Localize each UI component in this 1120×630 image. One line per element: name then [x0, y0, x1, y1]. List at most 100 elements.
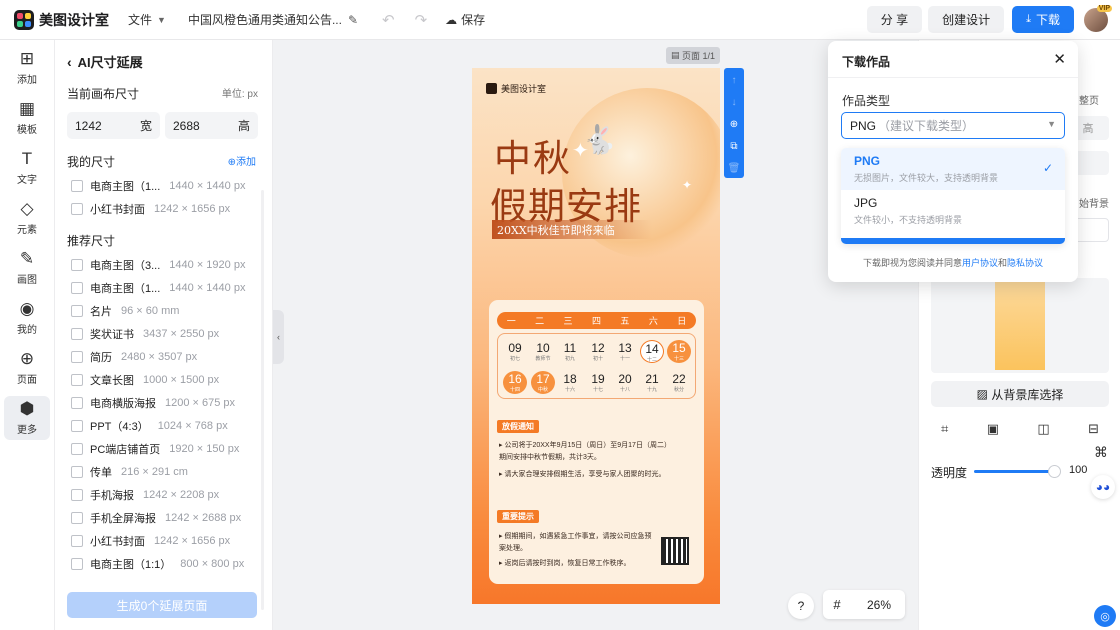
undo-icon[interactable]: ↶ — [382, 11, 395, 29]
opacity-slider[interactable] — [974, 470, 1056, 473]
duplicate-page-icon[interactable]: ⧉ — [730, 141, 737, 156]
avatar[interactable]: VIP — [1084, 4, 1112, 32]
checkbox[interactable] — [71, 397, 83, 409]
background-swatch — [995, 281, 1045, 370]
delete-page-icon[interactable]: 🗑 — [728, 163, 741, 178]
checkbox[interactable] — [71, 512, 83, 524]
plugin-icon[interactable]: ⌘ — [1094, 444, 1108, 461]
size-option[interactable]: 小红书封面 1242 × 1656 px — [71, 534, 272, 548]
generate-button[interactable]: 生成0个延展页面 — [67, 592, 257, 618]
size-option[interactable]: 小红书封面 1242 × 1656 px — [71, 202, 272, 216]
back-icon[interactable]: ‹ — [67, 54, 72, 70]
file-menu[interactable]: 文件 ▼ — [128, 11, 166, 28]
agreement-note: 下载即视为您阅读并同意用户协议和隐私协议 — [828, 256, 1078, 269]
size-option[interactable]: PPT（4:3） 1024 × 768 px — [71, 419, 272, 433]
checkbox[interactable] — [71, 259, 83, 271]
assistant-button[interactable]: ◕◕ — [1091, 475, 1115, 499]
height-field[interactable]: 2688 高 — [165, 112, 258, 139]
rail-item-more[interactable]: ⬢ 更多 — [4, 396, 50, 440]
add-page-icon[interactable]: ⊕ — [730, 119, 738, 134]
share-button[interactable]: 分 享 — [866, 6, 923, 33]
document-title[interactable]: 中国风橙色通用类通知公告... — [188, 11, 342, 28]
option-jpg[interactable]: JPG 文件较小，不支持透明背景 — [841, 190, 1065, 232]
checkbox[interactable] — [71, 489, 83, 501]
privacy-link[interactable]: 隐私协议 — [1007, 258, 1043, 268]
checkbox[interactable] — [71, 328, 83, 340]
crop-icon[interactable]: ⌗ — [941, 421, 948, 437]
size-option[interactable]: 奖状证书 3437 × 2550 px — [71, 327, 272, 341]
replace-image-icon[interactable]: ▣ — [987, 421, 999, 437]
rail-item-text[interactable]: T 文字 — [4, 146, 50, 190]
background-library-button[interactable]: ▨ 从背景库选择 — [931, 381, 1109, 407]
selected-type-hint: （建议下载类型） — [878, 119, 975, 133]
create-design-button[interactable]: 创建设计 — [928, 6, 1005, 33]
checkbox[interactable] — [71, 558, 83, 570]
checkbox[interactable] — [71, 203, 83, 215]
size-option[interactable]: 电商主图（1... 1440 × 1440 px — [71, 179, 272, 193]
size-option[interactable]: 电商横版海报 1200 × 675 px — [71, 396, 272, 410]
rail-item-draw[interactable]: ✎ 画图 — [4, 246, 50, 290]
size-option[interactable]: 电商主图（1:1） 800 × 800 px — [71, 557, 272, 571]
flip-vertical-icon[interactable]: ⊟ — [1088, 421, 1099, 437]
rail-item-mine[interactable]: ◉ 我的 — [4, 296, 50, 340]
download-button[interactable]: ⤓ 下载 — [1012, 6, 1074, 33]
checkbox[interactable] — [71, 466, 83, 478]
design-poster[interactable]: 美图设计室 🐇 ✦ ✦ 中秋 假期安排 20XX中秋佳节即将来临 一 二 三 四… — [472, 68, 720, 604]
size-name: PPT（4:3） — [90, 421, 149, 433]
weekday: 日 — [677, 316, 687, 326]
panel-scrollbar[interactable] — [261, 190, 264, 610]
grid-icon[interactable]: # — [823, 597, 851, 612]
size-option[interactable]: 电商主图（3... 1440 × 1920 px — [71, 258, 272, 272]
chevron-down-icon: ▼ — [157, 14, 166, 25]
zoom-control[interactable]: # 26% — [823, 590, 905, 619]
option-png[interactable]: PNG 无损图片，文件较大，支持透明背景 ✓ — [841, 148, 1065, 190]
app-logo[interactable]: 美图设计室 — [14, 9, 126, 30]
size-option[interactable]: 手机全屏海报 1242 × 2688 px — [71, 511, 272, 525]
move-down-icon[interactable]: ↓ — [732, 97, 737, 112]
close-icon[interactable]: ✕ — [1053, 50, 1066, 68]
checkbox[interactable] — [71, 443, 83, 455]
add-size-label: 添加 — [236, 157, 256, 168]
rail-item-elements[interactable]: ◇ 元素 — [4, 196, 50, 240]
checkbox[interactable] — [71, 374, 83, 386]
rail-item-pages[interactable]: ⊕ 页面 — [4, 346, 50, 390]
checkbox[interactable] — [71, 420, 83, 432]
size-name: 传单 — [90, 467, 112, 479]
checkbox[interactable] — [71, 305, 83, 317]
add-size-button[interactable]: ⊕添加 — [228, 153, 256, 170]
size-option[interactable]: PC端店铺首页 1920 × 150 px — [71, 442, 272, 456]
size-dims: 1242 × 2688 px — [165, 512, 242, 524]
flip-horizontal-icon[interactable]: ◫ — [1037, 421, 1049, 437]
checkbox[interactable] — [71, 351, 83, 363]
opacity-value[interactable]: 100 — [1069, 464, 1087, 476]
notice-text-2: 请大家合理安排假期生活，享受与家人团聚的时光。 — [504, 471, 666, 478]
size-option[interactable]: 文章长图 1000 × 1500 px — [71, 373, 272, 387]
save-button[interactable]: ☁ 保存 — [445, 11, 485, 28]
day-number: 16 — [508, 372, 522, 386]
chat-button[interactable]: ◎ — [1094, 605, 1116, 627]
size-option[interactable]: 传单 216 × 291 cm — [71, 465, 272, 479]
rail-item-add[interactable]: ⊞ 添加 — [4, 46, 50, 90]
opacity-slider-handle[interactable] — [1048, 465, 1061, 478]
day-lunar: 教师节 — [535, 356, 551, 362]
weekday: 四 — [591, 316, 601, 326]
size-option[interactable]: 名片 96 × 60 mm — [71, 304, 272, 318]
move-up-icon[interactable]: ↑ — [732, 75, 737, 90]
edit-title-icon[interactable]: ✎ — [348, 13, 358, 27]
checkbox[interactable] — [71, 282, 83, 294]
size-option[interactable]: 电商主图（1... 1440 × 1440 px — [71, 281, 272, 295]
size-option[interactable]: 简历 2480 × 3507 px — [71, 350, 272, 364]
rail-item-template[interactable]: ▦ 模板 — [4, 96, 50, 140]
checkbox[interactable] — [71, 180, 83, 192]
help-button[interactable]: ? — [788, 593, 814, 619]
width-field[interactable]: 1242 宽 — [67, 112, 160, 139]
collapse-panel-handle[interactable]: ‹ — [273, 310, 284, 364]
size-option[interactable]: 手机海报 1242 × 2208 px — [71, 488, 272, 502]
zoom-value[interactable]: 26% — [867, 598, 891, 612]
redo-icon[interactable]: ↷ — [415, 11, 428, 29]
checkbox[interactable] — [71, 535, 83, 547]
unit-label: 单位: px — [221, 89, 258, 100]
file-type-select[interactable]: PNG （建议下载类型） ▼ — [841, 112, 1065, 139]
app-name: 美图设计室 — [39, 11, 109, 28]
user-agreement-link[interactable]: 用户协议 — [962, 258, 998, 268]
